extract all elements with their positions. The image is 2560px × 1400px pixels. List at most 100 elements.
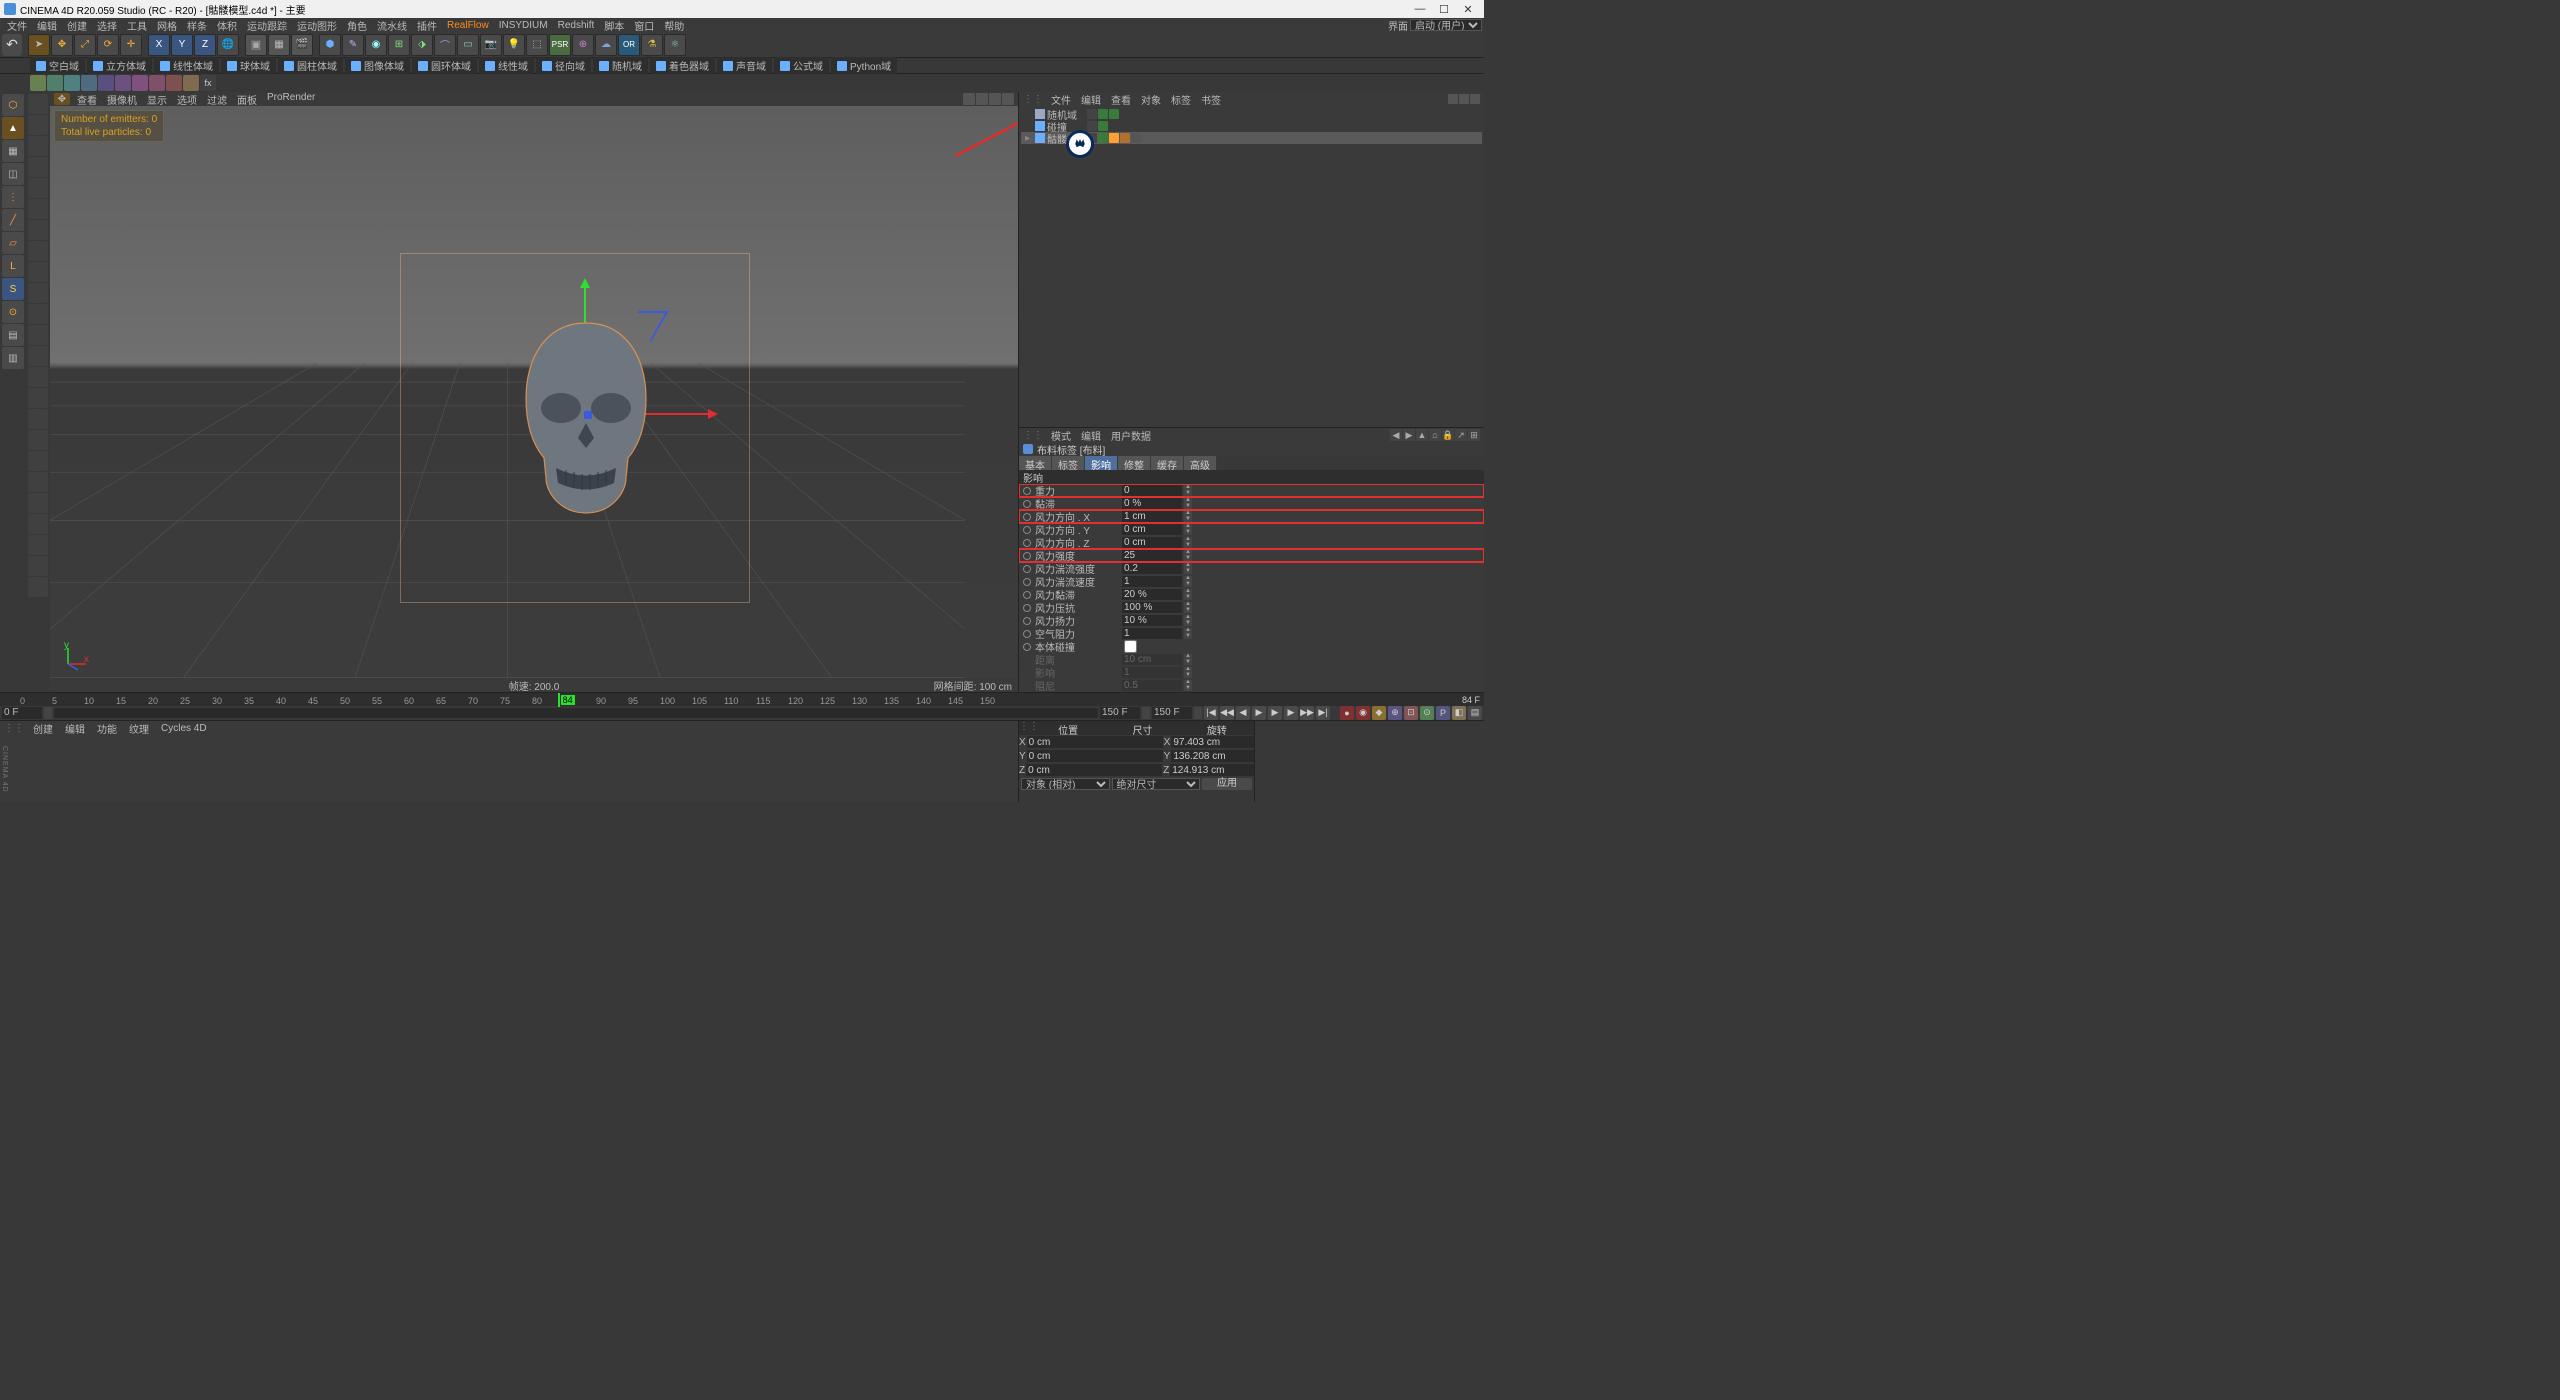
obj-menu-标签[interactable]: 标签: [1166, 92, 1196, 107]
frame-spinner[interactable]: [44, 707, 52, 719]
x-axis-button[interactable]: X: [148, 34, 170, 56]
filter-11[interactable]: [28, 304, 48, 324]
menu-INSYDIUM[interactable]: INSYDIUM: [494, 20, 553, 31]
pos-field[interactable]: [1027, 750, 1163, 762]
attr-nav-prev[interactable]: ◀: [1390, 429, 1402, 441]
menu-文件[interactable]: 文件: [2, 18, 32, 33]
obj-menu-查看[interactable]: 查看: [1106, 92, 1136, 107]
menu-脚本[interactable]: 脚本: [599, 18, 629, 33]
keyframe-dot[interactable]: [1023, 578, 1031, 586]
palette-圆环体域[interactable]: 圆环体域: [412, 57, 477, 74]
obj-search-icon[interactable]: [1448, 94, 1458, 104]
vp-menu-面板[interactable]: 面板: [232, 92, 262, 107]
edge-mode-button[interactable]: ╱: [2, 209, 24, 231]
vp-menu-摄像机[interactable]: 摄像机: [102, 92, 142, 107]
z-axis-button[interactable]: Z: [194, 34, 216, 56]
filter-23[interactable]: [28, 556, 48, 576]
vis-render-icon[interactable]: [1098, 133, 1108, 143]
key-param-button[interactable]: P: [1436, 706, 1450, 720]
effector-1[interactable]: [30, 75, 46, 91]
filter-8[interactable]: [28, 241, 48, 261]
pos-field[interactable]: [1027, 736, 1163, 748]
key-rot-button[interactable]: ⊙: [1420, 706, 1434, 720]
phong-tag-icon[interactable]: [1120, 133, 1130, 143]
palette-径向域[interactable]: 径向域: [536, 57, 591, 74]
vis-render-icon[interactable]: [1098, 109, 1108, 119]
model-mode-button[interactable]: ▲: [2, 117, 24, 139]
attr-value-field[interactable]: [1122, 628, 1182, 639]
attr-spinner[interactable]: ▲▼: [1184, 589, 1192, 600]
vis-editor-icon[interactable]: [1087, 109, 1097, 119]
filter-14[interactable]: [28, 367, 48, 387]
array-button[interactable]: ⊞: [388, 34, 410, 56]
plugin-button-2[interactable]: ⚛: [664, 34, 686, 56]
attr-value-field[interactable]: [1122, 576, 1182, 587]
vis-editor-icon[interactable]: [1087, 121, 1097, 131]
key-pos-button[interactable]: ⊕: [1388, 706, 1402, 720]
scale-button[interactable]: ⤢: [74, 34, 96, 56]
filter-20[interactable]: [28, 493, 48, 513]
enable-icon[interactable]: [1109, 109, 1119, 119]
attr-spinner[interactable]: ▲▼: [1184, 524, 1192, 535]
keyframe-dot[interactable]: [1023, 617, 1031, 625]
filter-15[interactable]: [28, 388, 48, 408]
autokey-button[interactable]: ◉: [1356, 706, 1370, 720]
attr-spinner[interactable]: ▲▼: [1184, 498, 1192, 509]
effector-10[interactable]: [183, 75, 199, 91]
record-button[interactable]: ●: [1340, 706, 1354, 720]
obj-menu-书签[interactable]: 书签: [1196, 92, 1226, 107]
attr-tab-修整[interactable]: 修整: [1118, 456, 1151, 470]
play-forward-button[interactable]: ▶: [1268, 706, 1282, 720]
keyframe-dot[interactable]: [1023, 500, 1031, 508]
attr-value-field[interactable]: [1122, 485, 1182, 496]
workplane-button[interactable]: ◫: [2, 163, 24, 185]
subdiv-button[interactable]: ◉: [365, 34, 387, 56]
attr-spinner[interactable]: ▲▼: [1184, 537, 1192, 548]
coord-mode-select[interactable]: 对象 (相对): [1021, 778, 1110, 790]
light-button[interactable]: 💡: [503, 34, 525, 56]
attr-value-field[interactable]: [1122, 524, 1182, 535]
filter-1[interactable]: [28, 94, 48, 114]
filter-21[interactable]: [28, 514, 48, 534]
filter-3[interactable]: [28, 136, 48, 156]
filter-12[interactable]: [28, 325, 48, 345]
keyframe-dot[interactable]: [1023, 513, 1031, 521]
next-frame-button[interactable]: ▶: [1284, 706, 1298, 720]
menu-RealFlow[interactable]: RealFlow: [442, 20, 494, 31]
vp-rotate-icon[interactable]: [989, 93, 1001, 105]
bottom-tab-编辑[interactable]: 编辑: [59, 721, 91, 736]
total-frames-field[interactable]: [1152, 707, 1192, 719]
menu-体积[interactable]: 体积: [212, 18, 242, 33]
menu-帮助[interactable]: 帮助: [659, 18, 689, 33]
y-axis-button[interactable]: Y: [171, 34, 193, 56]
origin-handle[interactable]: [584, 411, 592, 419]
grip-icon[interactable]: ⋮⋮: [1023, 430, 1043, 441]
keyframe-dot[interactable]: [1023, 552, 1031, 560]
last-tool-button[interactable]: ✛: [120, 34, 142, 56]
key-pla-button[interactable]: ◧: [1452, 706, 1466, 720]
filter-13[interactable]: [28, 346, 48, 366]
filter-5[interactable]: [28, 178, 48, 198]
menu-运动跟踪[interactable]: 运动跟踪: [242, 18, 292, 33]
live-select-button[interactable]: ➤: [28, 34, 50, 56]
palette-球体域[interactable]: 球体域: [221, 57, 276, 74]
menu-网格[interactable]: 网格: [152, 18, 182, 33]
effector-4[interactable]: [81, 75, 97, 91]
current-frame-field[interactable]: [2, 707, 42, 719]
workplane-snap-button[interactable]: ▤: [2, 324, 24, 346]
effector-7[interactable]: [132, 75, 148, 91]
attr-tab-高级[interactable]: 高级: [1184, 456, 1217, 470]
menu-运动图形[interactable]: 运动图形: [292, 18, 342, 33]
grip-icon[interactable]: ⋮⋮: [1023, 94, 1043, 105]
floor-button[interactable]: ▭: [457, 34, 479, 56]
effector-fx[interactable]: fx: [200, 75, 216, 91]
attr-value-field[interactable]: [1122, 563, 1182, 574]
menu-工具[interactable]: 工具: [122, 18, 152, 33]
palette-立方体域[interactable]: 立方体域: [87, 57, 152, 74]
pen-tool-button[interactable]: ✎: [342, 34, 364, 56]
attr-nav-lock[interactable]: 🔒: [1442, 429, 1454, 441]
vp-maximize-icon[interactable]: [1002, 93, 1014, 105]
attr-menu-模式[interactable]: 模式: [1046, 428, 1076, 443]
attr-value-field[interactable]: [1122, 550, 1182, 561]
vis-render-icon[interactable]: [1098, 121, 1108, 131]
